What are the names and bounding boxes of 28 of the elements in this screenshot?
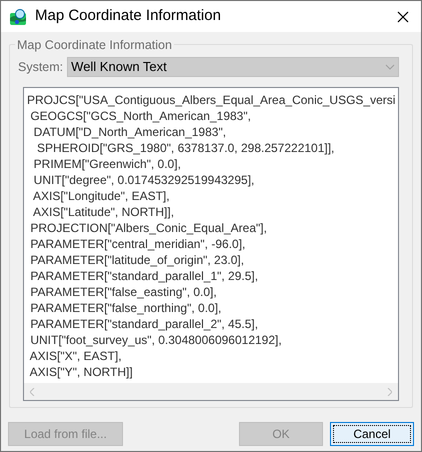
text-line: PARAMETER["latitude_of_origin", 23.0],	[29, 252, 244, 268]
close-icon[interactable]	[397, 10, 409, 22]
text-line: DATUM["D_North_American_1983",	[32, 124, 226, 140]
text-line: AXIS["X", EAST],	[28, 348, 122, 364]
wkt-text-area[interactable]	[23, 87, 399, 401]
horizontal-scrollbar[interactable]	[24, 383, 398, 400]
text-line: AXIS["Y", NORTH]]	[28, 364, 133, 380]
text-line: PARAMETER["standard_parallel_2", 45.5],	[29, 316, 258, 332]
text-line: PRIMEM["Greenwich", 0.0],	[32, 156, 181, 172]
chevron-down-icon	[385, 64, 395, 70]
text-line: PROJCS["USA_Contiguous_Albers_Equal_Area_Conic_USGS_versi	[27, 92, 396, 108]
text-line: GEOGCS["GCS_North_American_1983",	[29, 108, 251, 124]
system-label: System:	[18, 58, 64, 76]
text-line: PARAMETER["false_easting", 0.0],	[29, 284, 217, 300]
dialog-button[interactable]: Cancel	[330, 422, 414, 446]
text-line: PROJECTION["Albers_Conic_Equal_Area"],	[29, 220, 267, 236]
window-title: Map Coordinate Information	[35, 6, 222, 26]
text-line: SPHEROID["GRS_1980", 6378137.0, 298.257222101]],	[36, 140, 334, 156]
text-line: PARAMETER["standard_parallel_1", 29.5],	[29, 268, 258, 284]
map-icon	[9, 8, 27, 26]
text-line: UNIT["degree", 0.017453292519943295],	[32, 172, 254, 188]
text-line: AXIS["Longitude", EAST],	[32, 188, 170, 204]
text-line: UNIT["foot_survey_us", 0.3048006096012192],	[29, 332, 282, 348]
scroll-right-icon[interactable]	[387, 388, 392, 396]
text-line: PARAMETER["false_northing", 0.0],	[29, 300, 222, 316]
text-line: PARAMETER["central_meridian", -96.0],	[29, 236, 246, 252]
scroll-left-icon[interactable]	[30, 388, 35, 396]
text-line: AXIS["Latitude", NORTH]],	[32, 204, 174, 220]
